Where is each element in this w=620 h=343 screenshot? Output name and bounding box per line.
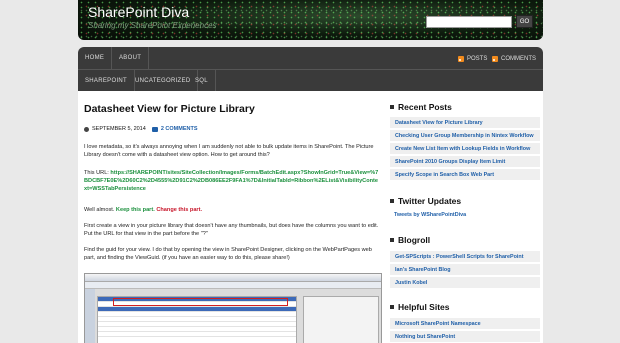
twitter-link[interactable]: Tweets by WSharePointDiva	[390, 212, 466, 218]
post-paragraph-4: First create a view in your picture libr…	[84, 223, 379, 237]
posts-feed-link[interactable]: POSTS	[458, 47, 487, 70]
post-title[interactable]: Datasheet View for Picture Library	[84, 103, 255, 115]
site-title[interactable]: SharePoint Diva	[88, 4, 189, 20]
recent-posts-heading: Recent Posts	[390, 102, 452, 112]
change-this-part: Change this part.	[156, 207, 203, 213]
recent-post-item[interactable]: Create New List Item with Lookup Fields …	[390, 143, 540, 155]
comments-link[interactable]: 2 COMMENTS	[161, 126, 198, 132]
site-header: SharePoint Diva Sharing my SharePoint Ex…	[78, 0, 543, 40]
recent-post-item[interactable]: Datasheet View for Picture Library	[390, 117, 540, 129]
helpful-sites-heading: Helpful Sites	[390, 302, 449, 312]
content-area: Datasheet View for Picture Library SEPTE…	[78, 91, 543, 343]
screenshot-sidebar	[85, 289, 95, 343]
screenshot-toolbar	[85, 282, 381, 289]
post-paragraph-3: Well almost. Keep this part. Change this…	[84, 206, 380, 214]
post-paragraph-2: This URL: https://SHAREPOINT/sites/SiteC…	[84, 169, 380, 193]
nav-item-about[interactable]: ABOUT	[112, 47, 150, 69]
rss-icon	[458, 55, 464, 62]
recent-post-item[interactable]: SharePoint 2010 Groups Display Item Limi…	[390, 156, 540, 168]
main-navigation: HOME ABOUT POSTS COMMENTS SHAREPOINT UNC…	[78, 47, 543, 91]
post-paragraph-5: Find the guid for your view. I do that b…	[84, 247, 372, 261]
helpful-site-item[interactable]: Microsoft SharePoint Namespace	[390, 318, 540, 330]
search-input[interactable]	[426, 16, 512, 28]
twitter-heading: Twitter Updates	[390, 196, 461, 206]
bullet-square-icon	[390, 199, 394, 203]
comment-icon	[151, 126, 158, 132]
nav-item-sql[interactable]: SQL	[188, 70, 216, 91]
bullet-square-icon	[390, 305, 394, 309]
nav-row-categories: SHAREPOINT UNCATEGORIZED SQL	[78, 70, 543, 91]
bullet-square-icon	[390, 105, 394, 109]
keep-this-part: Keep this part.	[115, 207, 155, 213]
search-button[interactable]: GO	[516, 15, 533, 28]
post-meta: SEPTEMBER 5, 2014 2 COMMENTS	[84, 126, 197, 132]
helpful-sites-heading-label: Helpful Sites	[398, 302, 450, 312]
comments-feed-link[interactable]: COMMENTS	[492, 47, 536, 70]
post-screenshot-image	[84, 273, 382, 343]
url-prefix: This URL:	[84, 170, 111, 176]
screenshot-titlebar	[85, 274, 381, 282]
nav-item-sharepoint[interactable]: SHAREPOINT	[78, 70, 136, 91]
blogroll-item[interactable]: Get-SPScripts : PowerShell Scripts for S…	[390, 251, 540, 263]
calendar-icon	[84, 126, 89, 132]
post-date: SEPTEMBER 5, 2014	[92, 126, 146, 132]
recent-post-item[interactable]: Specify Scope in Search Box Web Part	[390, 169, 540, 181]
helpful-site-item[interactable]: Nothing but SharePoint	[390, 331, 540, 343]
recent-post-item[interactable]: Checking User Group Membership in Nintex…	[390, 130, 540, 142]
sidebar: Recent Posts Datasheet View for Picture …	[386, 91, 543, 343]
recent-posts-heading-label: Recent Posts	[398, 102, 452, 112]
twitter-heading-label: Twitter Updates	[398, 196, 462, 206]
rss-icon	[492, 55, 498, 62]
site-tagline: Sharing my SharePoint Experiences	[88, 21, 217, 30]
post: Datasheet View for Picture Library SEPTE…	[78, 91, 386, 343]
comments-feed-label: COMMENTS	[501, 55, 536, 62]
paragraph-3-prefix: Well almost.	[84, 207, 116, 213]
blogroll-heading: Blogroll	[390, 235, 430, 245]
screenshot-properties-panel	[303, 296, 379, 343]
bullet-square-icon	[390, 238, 394, 242]
blogroll-heading-label: Blogroll	[398, 235, 431, 245]
nav-item-home[interactable]: HOME	[78, 47, 113, 69]
blogroll-item[interactable]: Ian's SharePoint Blog	[390, 264, 540, 276]
posts-feed-label: POSTS	[467, 55, 488, 62]
blogroll-item[interactable]: Justin Kobel	[390, 277, 540, 289]
batch-edit-url[interactable]: https://SHAREPOINT/sites/SiteCollection/…	[84, 170, 378, 192]
post-paragraph-1: I love metadata, so it's always annoying…	[84, 144, 374, 158]
nav-row-pages: HOME ABOUT POSTS COMMENTS	[78, 47, 543, 70]
screenshot-highlight-box	[113, 298, 288, 306]
